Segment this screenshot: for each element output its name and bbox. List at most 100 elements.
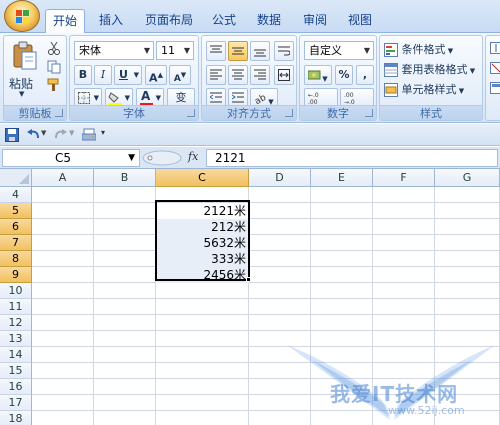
formula-input[interactable]: 2121: [206, 149, 498, 167]
cell-c7[interactable]: 5632米: [156, 235, 249, 251]
align-top-button[interactable]: [206, 41, 226, 61]
row-header-9[interactable]: 9: [0, 267, 32, 283]
align-left-button[interactable]: [206, 65, 226, 85]
align-top-icon: [210, 45, 222, 53]
shrink-font-button[interactable]: A▼: [169, 65, 191, 85]
tab-page-layout[interactable]: 页面布局: [138, 9, 200, 33]
cut-icon[interactable]: [47, 41, 61, 55]
currency-button[interactable]: ▼: [304, 65, 332, 85]
column-header-e[interactable]: E: [311, 169, 373, 187]
number-format-select[interactable]: 自定义 ▼: [304, 41, 374, 60]
align-right-button[interactable]: [250, 65, 270, 85]
column-header-c[interactable]: C: [156, 169, 249, 187]
tab-formulas[interactable]: 公式: [205, 9, 243, 33]
percent-button[interactable]: %: [335, 65, 353, 85]
formula-bar: C5 ▼ fx 2121: [0, 147, 500, 169]
row-header-8[interactable]: 8: [0, 251, 32, 267]
formula-bar-expand-icon[interactable]: [142, 150, 182, 166]
grid-row-line: [32, 282, 500, 283]
italic-button[interactable]: I: [94, 65, 112, 85]
fill-handle[interactable]: [246, 277, 251, 282]
ribbon-tab-bar: 开始 插入 页面布局 公式 数据 审阅 视图: [0, 0, 500, 34]
chevron-down-icon[interactable]: ▼: [41, 129, 46, 137]
wrap-text-icon: [278, 46, 291, 56]
clipboard-group: 粘贴 ▼ 剪贴板: [3, 35, 67, 121]
row-header-16[interactable]: 16: [0, 379, 32, 395]
merge-center-button[interactable]: [274, 65, 294, 85]
grid-row-line: [32, 330, 500, 331]
insert-cells-icon[interactable]: [490, 42, 500, 54]
insert-function-button[interactable]: fx: [188, 150, 198, 163]
row-header-13[interactable]: 13: [0, 331, 32, 347]
paste-icon: [13, 41, 37, 70]
grid-row-line: [32, 218, 500, 219]
chevron-down-icon[interactable]: ▼: [69, 129, 74, 137]
align-center-button[interactable]: [228, 65, 248, 85]
row-header-17[interactable]: 17: [0, 395, 32, 411]
tab-data[interactable]: 数据: [250, 9, 288, 33]
conditional-format-button[interactable]: 条件格式 ▼: [384, 41, 453, 57]
row-header-10[interactable]: 10: [0, 283, 32, 299]
column-header-b[interactable]: B: [94, 169, 156, 187]
quick-print-icon[interactable]: [82, 128, 96, 142]
paste-button[interactable]: 粘贴 ▼: [7, 39, 41, 99]
alignment-group-label: 对齐方式: [202, 105, 296, 120]
tab-home[interactable]: 开始: [45, 9, 85, 34]
row-header-18[interactable]: 18: [0, 411, 32, 425]
row-header-11[interactable]: 11: [0, 299, 32, 315]
tab-insert[interactable]: 插入: [92, 9, 130, 33]
cell-styles-button[interactable]: 单元格样式 ▼: [384, 81, 464, 97]
dialog-launcher-icon[interactable]: [55, 109, 63, 117]
row-header-6[interactable]: 6: [0, 219, 32, 235]
format-painter-icon[interactable]: [47, 78, 61, 92]
cells-group: [485, 35, 500, 121]
column-header-f[interactable]: F: [373, 169, 435, 187]
select-all-button[interactable]: [0, 169, 32, 187]
copy-icon[interactable]: [47, 60, 61, 74]
row-header-4[interactable]: 4: [0, 187, 32, 203]
column-header-g[interactable]: G: [435, 169, 500, 187]
conditional-format-icon: [384, 43, 398, 57]
chevron-down-icon: ▼: [445, 47, 454, 55]
cell-c9[interactable]: 2456米: [156, 267, 249, 283]
tab-review[interactable]: 审阅: [296, 9, 334, 33]
dialog-launcher-icon[interactable]: [187, 109, 195, 117]
chevron-down-icon: ▼: [183, 46, 190, 55]
chevron-down-icon: ▼: [19, 90, 25, 98]
font-name-select[interactable]: 宋体 ▼: [74, 41, 154, 60]
cell-c8[interactable]: 333米: [156, 251, 249, 267]
office-button[interactable]: [4, 0, 40, 32]
bold-button[interactable]: B: [74, 65, 92, 85]
cell-c6[interactable]: 212米: [156, 219, 249, 235]
cell-c5[interactable]: 2121米: [156, 203, 249, 219]
customize-toolbar-icon[interactable]: ▾: [101, 128, 105, 137]
comma-button[interactable]: ,: [356, 65, 374, 85]
column-header-a[interactable]: A: [32, 169, 94, 187]
format-as-table-button[interactable]: 套用表格格式 ▼: [384, 61, 475, 77]
row-header-15[interactable]: 15: [0, 363, 32, 379]
wrap-text-button[interactable]: [274, 41, 294, 61]
row-header-5[interactable]: 5: [0, 203, 32, 219]
underline-button[interactable]: U ▼: [114, 65, 142, 85]
dialog-launcher-icon[interactable]: [365, 109, 373, 117]
row-header-14[interactable]: 14: [0, 347, 32, 363]
grow-font-button[interactable]: A▲: [145, 65, 167, 85]
align-bottom-button[interactable]: [250, 41, 270, 61]
chevron-down-icon: ▼: [467, 67, 476, 75]
chevron-down-icon: ▼: [363, 46, 370, 55]
delete-cells-icon[interactable]: [490, 62, 500, 74]
tab-view[interactable]: 视图: [341, 9, 379, 33]
name-box[interactable]: C5 ▼: [2, 149, 140, 167]
dialog-launcher-icon[interactable]: [285, 109, 293, 117]
office-logo-icon-part: [16, 17, 22, 23]
font-size-select[interactable]: 11 ▼: [156, 41, 194, 60]
redo-icon[interactable]: [54, 128, 68, 142]
align-middle-button[interactable]: [228, 41, 248, 61]
undo-icon[interactable]: [26, 128, 40, 142]
format-cells-icon[interactable]: [490, 82, 500, 94]
row-header-12[interactable]: 12: [0, 315, 32, 331]
save-icon[interactable]: [5, 128, 19, 142]
row-header-7[interactable]: 7: [0, 235, 32, 251]
decrease-decimal-icon: .00→.0: [344, 92, 355, 106]
column-header-d[interactable]: D: [249, 169, 311, 187]
